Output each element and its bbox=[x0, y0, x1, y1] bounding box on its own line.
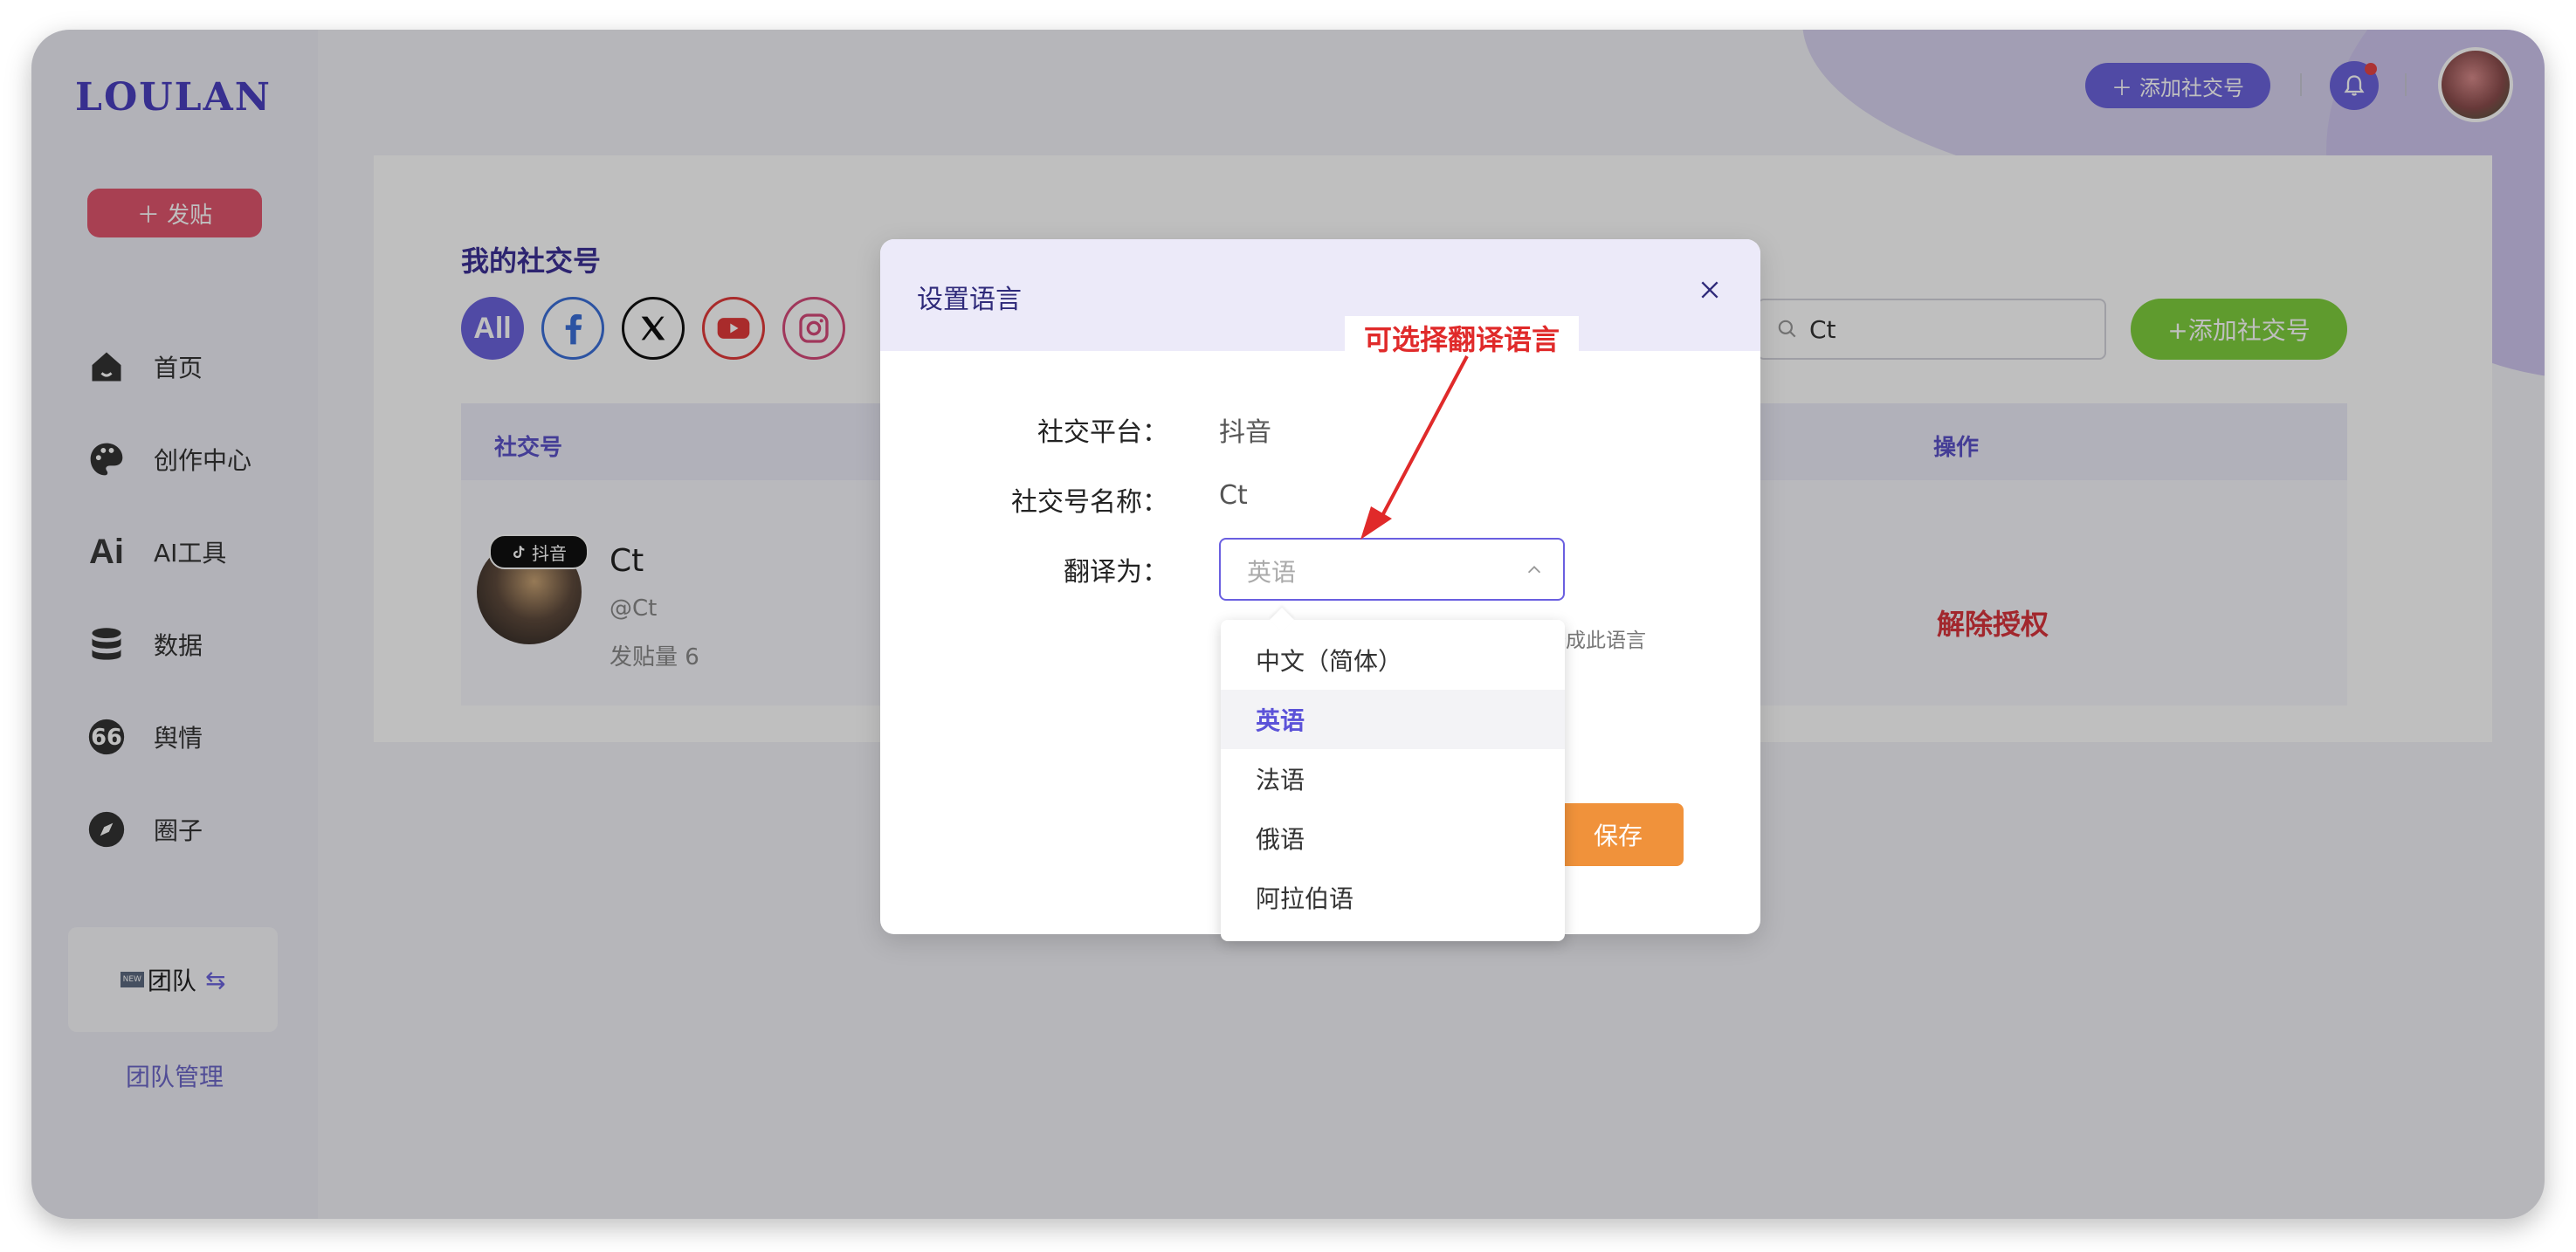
save-button[interactable]: 保存 bbox=[1553, 803, 1684, 866]
language-option-en[interactable]: 英语 bbox=[1221, 690, 1565, 749]
language-dropdown: 中文（简体） 英语 法语 俄语 阿拉伯语 bbox=[1221, 607, 1565, 941]
platform-label: 社交平台： bbox=[1037, 417, 1168, 448]
app-window: LOULAN ＋ 发贴 首页 创作中心 Ai AI工具 数据 66 舆情 圈子 … bbox=[31, 30, 2545, 1219]
language-option-ar[interactable]: 阿拉伯语 bbox=[1221, 868, 1565, 927]
account-name-label: 社交号名称： bbox=[1011, 487, 1168, 518]
language-select-value: 英语 bbox=[1247, 558, 1297, 587]
translate-to-label: 翻译为： bbox=[1064, 557, 1168, 588]
chevron-up-icon bbox=[1527, 566, 1541, 574]
dialog-header: 设置语言 bbox=[880, 239, 1760, 351]
close-button[interactable] bbox=[1692, 272, 1727, 307]
language-option-fr[interactable]: 法语 bbox=[1221, 749, 1565, 808]
language-option-ru[interactable]: 俄语 bbox=[1221, 808, 1565, 868]
close-icon bbox=[1701, 281, 1718, 299]
annotation-arrow bbox=[1360, 355, 1469, 540]
platform-value: 抖音 bbox=[1219, 417, 1271, 448]
account-name-value: Ct bbox=[1219, 480, 1248, 511]
dialog-title: 设置语言 bbox=[917, 285, 1022, 315]
language-option-zh[interactable]: 中文（简体） bbox=[1221, 630, 1565, 690]
